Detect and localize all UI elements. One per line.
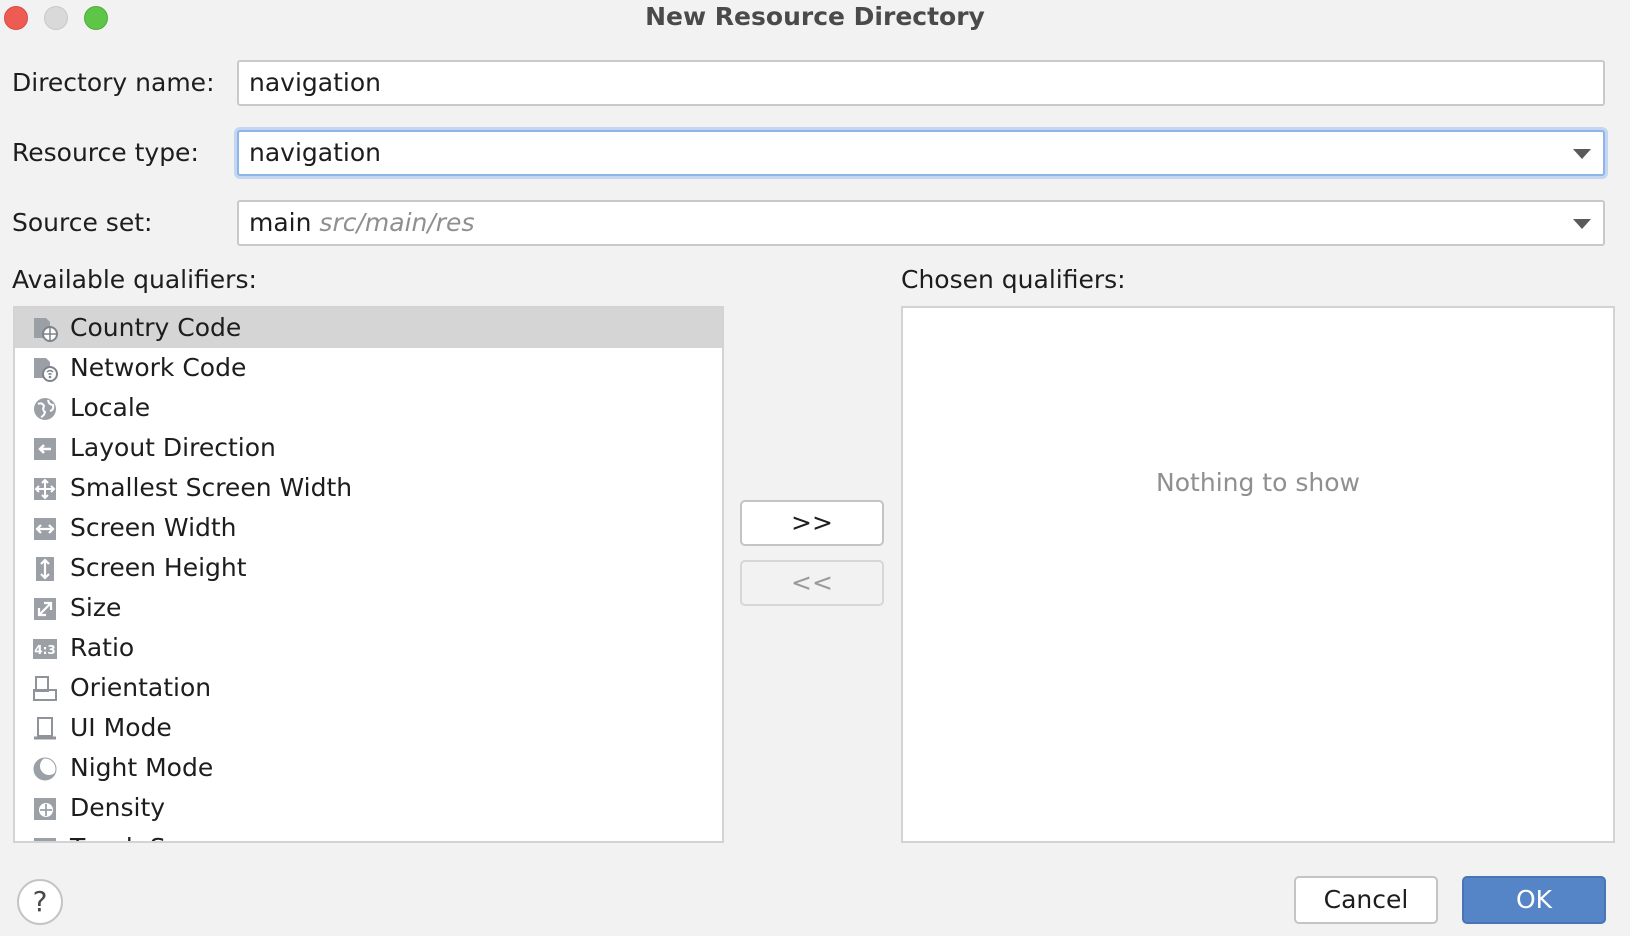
source-set-dropdown[interactable]: main src/main/res xyxy=(237,200,1605,246)
directory-name-input[interactable]: navigation xyxy=(237,60,1605,106)
globe-icon xyxy=(34,398,56,420)
svg-text:4:3: 4:3 xyxy=(34,643,56,657)
orientation-icon xyxy=(33,676,57,701)
source-set-path: src/main/res xyxy=(319,208,475,237)
qualifier-item-density[interactable]: Density xyxy=(15,788,722,828)
available-qualifiers-list[interactable]: Country Code Network Code Locale Layout … xyxy=(13,306,724,843)
empty-state-text: Nothing to show xyxy=(1156,468,1360,497)
available-qualifiers-label: Available qualifiers: xyxy=(12,265,257,294)
source-set-label: Source set: xyxy=(12,208,153,237)
source-set-value: main xyxy=(249,208,312,237)
qualifier-item-country-code[interactable]: Country Code xyxy=(15,308,722,348)
qualifier-item-locale[interactable]: Locale xyxy=(15,388,722,428)
touch-screen-icon xyxy=(34,838,56,841)
qualifier-item-touch-screen[interactable]: Touch Screen xyxy=(15,828,722,841)
window-title: New Resource Directory xyxy=(645,2,985,31)
chosen-qualifiers-list[interactable]: Nothing to show xyxy=(901,306,1615,843)
layout-direction-icon xyxy=(34,438,56,460)
qualifier-item-layout-direction[interactable]: Layout Direction xyxy=(15,428,722,468)
add-qualifier-button[interactable]: >> xyxy=(740,500,884,546)
resource-type-label: Resource type: xyxy=(12,138,199,167)
chosen-qualifiers-label: Chosen qualifiers: xyxy=(901,265,1126,294)
ui-mode-icon xyxy=(34,717,56,740)
qualifier-item-night-mode[interactable]: Night Mode xyxy=(15,748,722,788)
remove-qualifier-button[interactable]: << xyxy=(740,560,884,606)
qualifier-item-screen-height[interactable]: Screen Height xyxy=(15,548,722,588)
qualifier-item-ui-mode[interactable]: UI Mode xyxy=(15,708,722,748)
resource-type-dropdown[interactable]: navigation xyxy=(237,130,1605,176)
night-mode-icon xyxy=(33,757,58,781)
qualifier-item-network-code[interactable]: Network Code xyxy=(15,348,722,388)
cancel-button[interactable]: Cancel xyxy=(1294,876,1438,924)
density-icon xyxy=(34,798,56,820)
help-button[interactable]: ? xyxy=(17,879,63,925)
chevron-down-icon xyxy=(1573,219,1591,229)
qualifier-item-smallest-screen-width[interactable]: Smallest Screen Width xyxy=(15,468,722,508)
directory-name-label: Directory name: xyxy=(12,68,215,97)
directory-name-value: navigation xyxy=(249,68,381,97)
screen-height-icon xyxy=(36,557,54,581)
qualifier-item-ratio[interactable]: 4:3 Ratio xyxy=(15,628,722,668)
qualifier-item-orientation[interactable]: Orientation xyxy=(15,668,722,708)
network-code-icon xyxy=(34,358,58,382)
country-code-icon xyxy=(34,318,58,342)
size-icon xyxy=(34,598,56,620)
chevron-down-icon xyxy=(1573,149,1591,159)
ratio-icon: 4:3 xyxy=(33,639,57,659)
screen-width-icon xyxy=(34,518,56,540)
question-mark-icon: ? xyxy=(32,885,48,918)
qualifier-item-screen-width[interactable]: Screen Width xyxy=(15,508,722,548)
resource-type-value: navigation xyxy=(249,138,381,167)
qualifier-item-size[interactable]: Size xyxy=(15,588,722,628)
ok-button[interactable]: OK xyxy=(1462,876,1606,924)
smallest-screen-width-icon xyxy=(34,478,56,500)
title-bar: New Resource Directory xyxy=(0,0,1630,36)
